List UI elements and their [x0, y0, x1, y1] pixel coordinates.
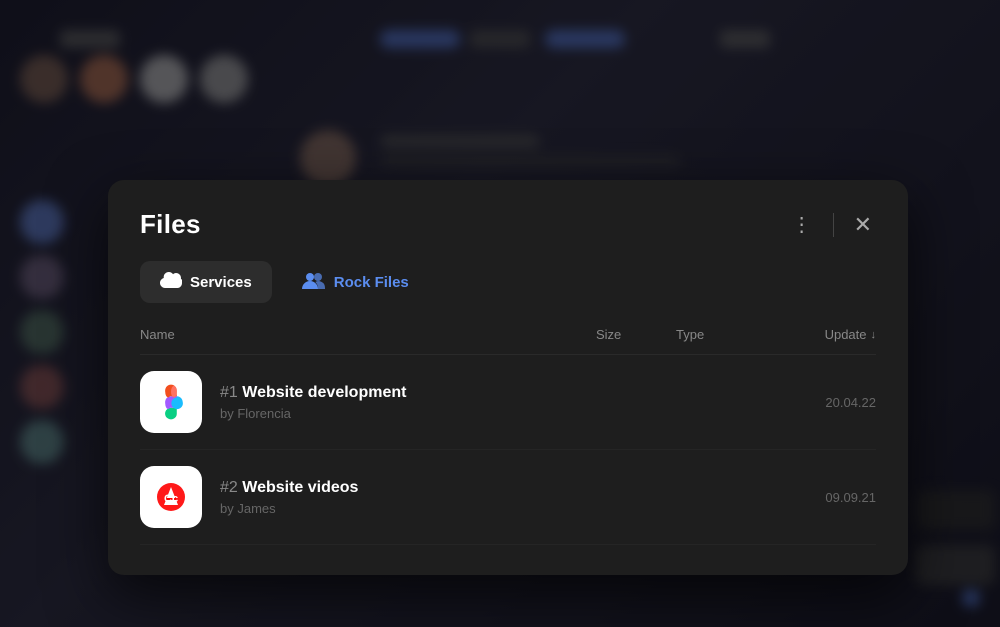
col-header-name: Name	[140, 327, 596, 342]
tabs-container: Services Rock Files	[108, 261, 908, 327]
file-date-2: 09.09.21	[756, 490, 876, 505]
more-button[interactable]: ⋮	[784, 208, 821, 241]
tab-services[interactable]: Services	[140, 261, 272, 303]
tab-services-label: Services	[190, 274, 252, 291]
file-title-2: #2 Website videos	[220, 479, 596, 497]
tab-rock-files-label: Rock Files	[334, 274, 409, 291]
modal-title: Files	[140, 209, 201, 240]
sort-arrow-icon: ↓	[871, 329, 877, 341]
people-icon	[302, 271, 326, 293]
tab-rock-files[interactable]: Rock Files	[282, 261, 429, 303]
cloud-icon	[160, 272, 182, 292]
col-header-type: Type	[676, 327, 756, 342]
file-number-2: #2	[220, 479, 242, 496]
file-info-1: #1 Website development by Florencia	[220, 384, 596, 421]
table-header: Name Size Type Update ↓	[140, 327, 876, 355]
file-number-1: #1	[220, 384, 242, 401]
file-title-1: #1 Website development	[220, 384, 596, 402]
col-header-update: Update ↓	[756, 327, 876, 342]
header-divider	[833, 213, 834, 237]
file-author-2: by James	[220, 501, 596, 516]
table-row[interactable]: Cc #2 Website videos by James 09.09.21	[140, 450, 876, 545]
files-table: Name Size Type Update ↓	[108, 327, 908, 545]
file-info-2: #2 Website videos by James	[220, 479, 596, 516]
file-icon-adobe: Cc	[140, 466, 202, 528]
close-button[interactable]: ✕	[846, 210, 880, 240]
file-icon-figma	[140, 371, 202, 433]
table-row[interactable]: #1 Website development by Florencia 20.0…	[140, 355, 876, 450]
file-date-1: 20.04.22	[756, 395, 876, 410]
file-author-1: by Florencia	[220, 406, 596, 421]
modal-controls: ⋮ ✕	[784, 208, 880, 241]
svg-text:Cc: Cc	[164, 493, 178, 505]
files-modal: Files ⋮ ✕ Services	[108, 180, 908, 575]
col-header-size: Size	[596, 327, 676, 342]
modal-header: Files ⋮ ✕	[108, 180, 908, 261]
